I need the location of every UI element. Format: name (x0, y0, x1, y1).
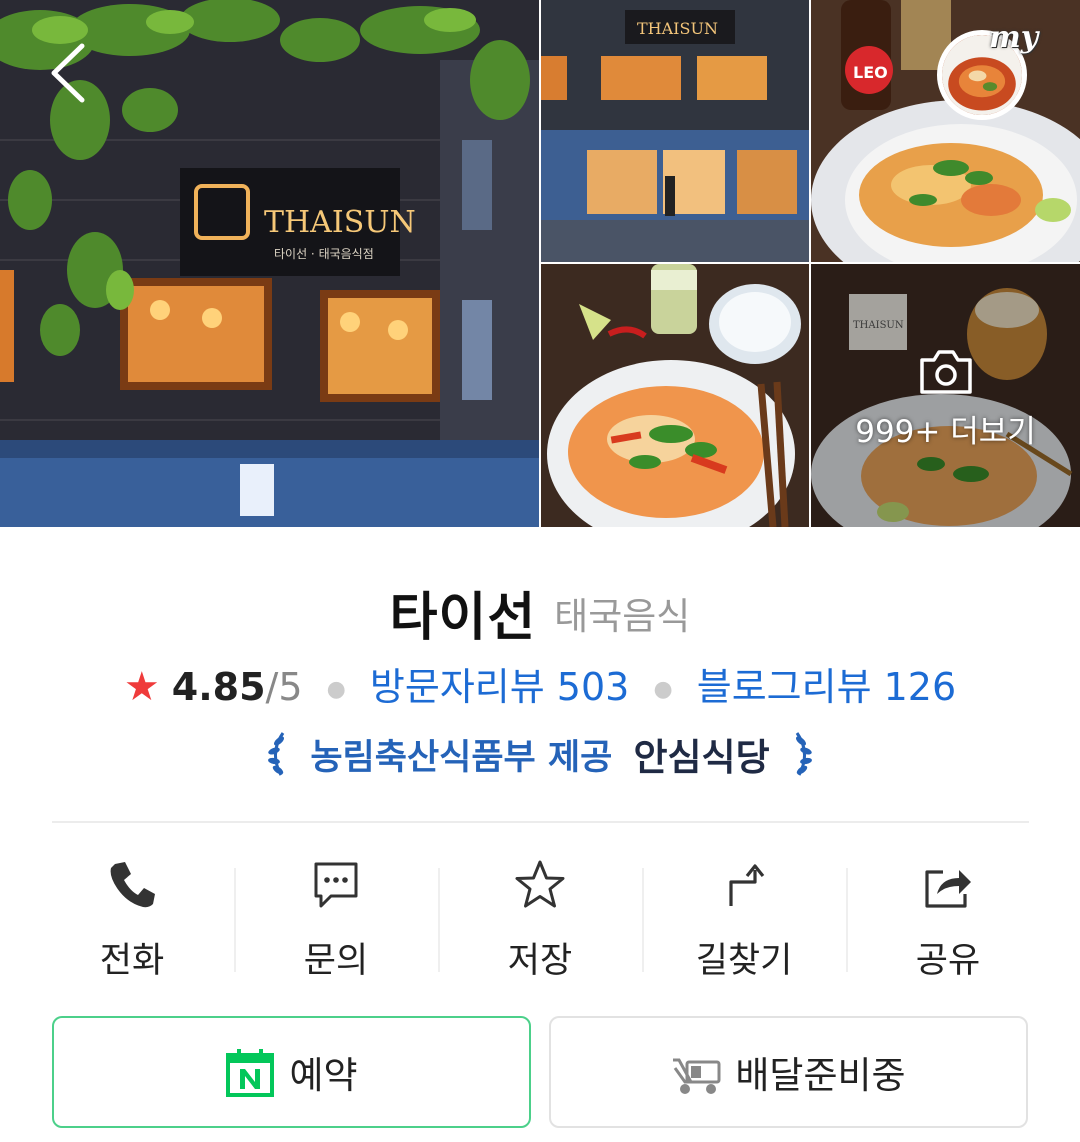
call-button[interactable]: 전화 (30, 850, 234, 981)
place-category: 태국음식 (554, 594, 691, 638)
share-button[interactable]: 공유 (846, 850, 1050, 981)
save-button[interactable]: 저장 (438, 850, 642, 981)
photo-storefront[interactable]: THAISUN (541, 0, 809, 262)
cert-provider: 농림축산식품부 제공 (310, 737, 613, 778)
directions-button[interactable]: 길찾기 (642, 850, 846, 981)
rating-star-icon: ★ (123, 664, 160, 710)
star-icon (513, 858, 567, 912)
delivery-label: 배달준비중 (735, 1054, 906, 1097)
safe-restaurant-badge[interactable]: 농림축산식품부 제공 안심식당 (0, 727, 1080, 781)
rating-max: /5 (265, 665, 303, 709)
share-icon (921, 858, 975, 912)
blog-reviews-link[interactable]: 블로그리뷰 126 (697, 665, 956, 709)
camera-icon (918, 348, 974, 396)
directions-label: 길찾기 (695, 941, 793, 981)
action-bar: 전화 문의 저장 길찾기 공유 (30, 850, 1050, 981)
rating-row: ★ 4.85/5 ● 방문자리뷰 503 ● 블로그리뷰 126 (0, 656, 1080, 711)
separator-dot: ● (653, 677, 673, 702)
share-label: 공유 (915, 941, 981, 981)
chat-icon (309, 858, 363, 912)
sign-logo-text: THAISUN (264, 205, 416, 240)
cert-badge-title: 안심식당 (633, 736, 770, 779)
more-photos-label: 999+ 더보기 (855, 414, 1036, 450)
reserve-label: 예약 (289, 1054, 358, 1097)
naver-booking-icon (225, 1047, 275, 1097)
separator-dot: ● (326, 677, 346, 702)
laurel-right-icon (789, 729, 817, 779)
save-label: 저장 (507, 941, 573, 981)
visitor-reviews-link[interactable]: 방문자리뷰 503 (370, 665, 629, 709)
delivery-button[interactable]: 배달준비중 (549, 1016, 1028, 1128)
call-label: 전화 (99, 941, 165, 981)
place-header: 타이선 태국음식 (0, 575, 1080, 650)
my-photo-badge[interactable]: my (937, 20, 1047, 120)
back-button[interactable] (40, 38, 100, 108)
delivery-truck-icon (671, 1048, 723, 1096)
my-badge-label: my (989, 20, 1039, 55)
chevron-left-icon (51, 43, 85, 103)
reserve-button[interactable]: 예약 (52, 1016, 531, 1128)
phone-icon (105, 858, 159, 912)
rating-score: 4.85 (171, 665, 266, 709)
laurel-left-icon (263, 729, 291, 779)
more-photos-button[interactable]: 999+ 더보기 (811, 264, 1080, 527)
photo-papaya-salad[interactable] (541, 264, 809, 527)
section-divider (52, 821, 1029, 823)
svg-text:LEO: LEO (853, 63, 888, 82)
place-name: 타이선 (389, 588, 537, 648)
photo-gallery: THAISUN 타이선 · 태국음식점 THAISUN LEO THAISUN … (0, 0, 1080, 527)
inquiry-label: 문의 (303, 941, 369, 981)
directions-icon (717, 858, 771, 912)
svg-text:타이선 · 태국음식점: 타이선 · 태국음식점 (274, 247, 374, 261)
inquiry-button[interactable]: 문의 (234, 850, 438, 981)
svg-text:THAISUN: THAISUN (637, 19, 718, 38)
